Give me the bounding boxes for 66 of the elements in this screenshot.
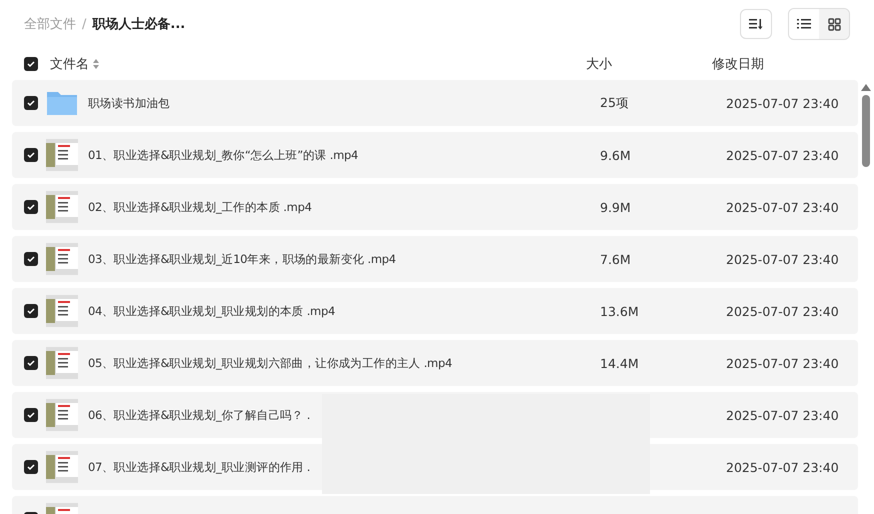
file-name: 01、职业选择&职业规划_教你“怎么上班”的课 .mp4	[88, 148, 358, 162]
list-icon	[797, 18, 811, 30]
breadcrumb-current: 职场人士必备...	[92, 16, 186, 33]
checkmark-icon	[27, 99, 35, 107]
file-row[interactable]: 05、职业选择&职业规划_职业规划六部曲，让你成为工作的主人 .mp4 14.4M 2025-07-07 23:40	[12, 340, 858, 386]
file-size: 13.6M	[600, 304, 639, 318]
file-name: 03、职业选择&职业规划_近10年来，职场的最新变化 .mp4	[88, 252, 396, 266]
file-name: 04、职业选择&职业规划_职业规划的本质 .mp4	[88, 304, 335, 318]
checkbox[interactable]	[24, 96, 38, 110]
scrollbar-thumb[interactable]	[862, 95, 870, 167]
checkbox[interactable]	[24, 148, 38, 162]
checkbox[interactable]	[24, 460, 38, 474]
file-size: 14.4M	[600, 356, 639, 370]
video-thumbnail	[46, 191, 78, 223]
modified-date: 2025-07-07 23:40	[726, 252, 839, 266]
column-header[interactable]: 大小	[586, 55, 712, 73]
file-size: 25项	[600, 94, 629, 110]
modified-date: 2025-07-07 23:40	[726, 408, 839, 422]
file-size: 9.6M	[600, 148, 631, 162]
checkmark-icon	[27, 359, 35, 367]
file-row[interactable]: 04、职业选择&职业规划_职业规划的本质 .mp4 13.6M 2025-07-07 23:40	[12, 288, 858, 334]
modified-date: 2025-07-07 23:40	[726, 200, 839, 214]
modified-date: 2025-07-07 23:40	[726, 148, 839, 162]
column-header[interactable]: 修改日期	[712, 55, 764, 73]
file-name: 02、职业选择&职业规划_工作的本质 .mp4	[88, 200, 312, 214]
modified-date: 2025-07-07 23:40	[726, 304, 839, 318]
modified-date: 2025-07-07 23:40	[726, 96, 839, 110]
video-thumbnail	[46, 139, 78, 171]
checkbox[interactable]	[24, 408, 38, 422]
checkmark-icon	[27, 203, 35, 211]
checkmark-icon	[27, 307, 35, 315]
video-thumbnail	[46, 295, 78, 327]
checkmark-icon	[27, 60, 35, 68]
scroll-up-icon[interactable]	[861, 84, 871, 91]
file-size: 7.6M	[600, 252, 631, 266]
checkbox[interactable]	[24, 57, 38, 71]
checkbox[interactable]	[24, 200, 38, 214]
file-name: 职场读书加油包	[88, 96, 170, 110]
file-row[interactable]: 03、职业选择&职业规划_近10年来，职场的最新变化 .mp4 7.6M 2025-07-07 23:40	[12, 236, 858, 282]
checkmark-icon	[27, 463, 35, 471]
sort-icon	[749, 18, 763, 30]
checkbox[interactable]	[24, 304, 38, 318]
modified-date: 2025-07-07 23:40	[726, 460, 839, 474]
video-thumbnail	[46, 399, 78, 431]
sort-icon[interactable]	[93, 59, 99, 69]
file-row[interactable]: 02、职业选择&职业规划_工作的本质 .mp4 9.9M 2025-07-07 23:40	[12, 184, 858, 230]
grid-icon	[828, 18, 840, 30]
file-row[interactable]: 01、职业选择&职业规划_教你“怎么上班”的课 .mp4 9.6M 2025-07-07 23:40	[12, 132, 858, 178]
file-row[interactable]: 职场读书加油包 25项 2025-07-07 23:40	[12, 80, 858, 126]
checkmark-icon	[27, 255, 35, 263]
view-mode-button[interactable]	[789, 9, 819, 39]
breadcrumb-separator: /	[82, 16, 86, 32]
checkbox[interactable]	[24, 356, 38, 370]
column-header[interactable]: 文件名	[50, 55, 89, 73]
checkbox[interactable]	[24, 252, 38, 266]
checkmark-icon	[27, 151, 35, 159]
video-thumbnail	[46, 243, 78, 275]
sort-button[interactable]	[740, 9, 772, 39]
video-thumbnail	[46, 347, 78, 379]
checkmark-icon	[27, 411, 35, 419]
file-name: 07、职业选择&职业规划_职业测评的作用 .	[88, 460, 310, 474]
file-name: 06、职业选择&职业规划_你了解自己吗？ .	[88, 408, 310, 422]
video-thumbnail	[46, 451, 78, 483]
modified-date: 2025-07-07 23:40	[726, 356, 839, 370]
file-size: 9.9M	[600, 200, 631, 214]
file-name: 05、职业选择&职业规划_职业规划六部曲，让你成为工作的主人 .mp4	[88, 356, 452, 370]
